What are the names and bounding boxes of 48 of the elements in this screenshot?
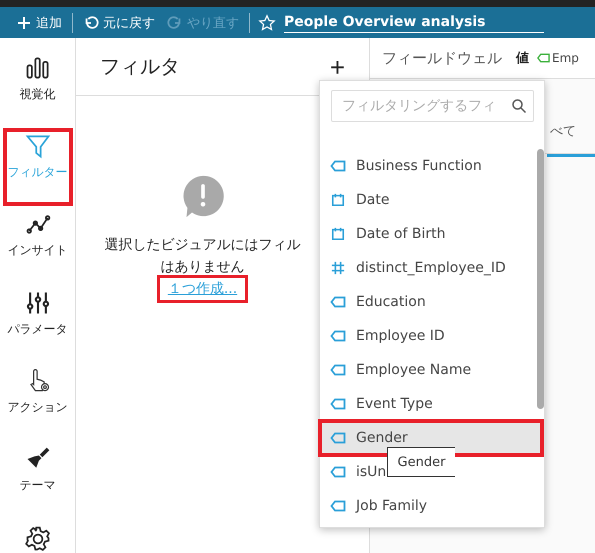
analysis-title-input[interactable]: People Overview analysis bbox=[284, 12, 544, 32]
alert-bubble-icon bbox=[180, 174, 224, 218]
tag-icon bbox=[330, 159, 346, 173]
tag-icon bbox=[330, 363, 346, 377]
calendar-icon bbox=[330, 193, 346, 207]
field-item[interactable]: Education bbox=[320, 285, 535, 319]
sidebar-item[interactable]: パラメータ bbox=[2, 284, 72, 363]
settings-icon[interactable] bbox=[24, 525, 52, 553]
panel-title: フィールドウェル bbox=[382, 48, 502, 68]
undo-icon bbox=[83, 14, 99, 30]
add-filter-button[interactable]: + bbox=[326, 54, 349, 80]
field-item[interactable]: Job Family bbox=[320, 489, 535, 523]
field-item[interactable]: Gender bbox=[320, 421, 542, 455]
sidebar-item[interactable]: 視覚化 bbox=[2, 50, 72, 128]
field-pill[interactable]: Emp bbox=[537, 51, 579, 65]
redo-icon bbox=[167, 14, 183, 30]
star-icon[interactable] bbox=[258, 14, 276, 32]
add-button[interactable]: 追加 bbox=[10, 14, 68, 32]
tooltip: Gender bbox=[387, 447, 455, 477]
tag-icon bbox=[537, 53, 550, 63]
field-item[interactable]: Employee Name bbox=[320, 353, 535, 387]
field-item[interactable]: Event Type bbox=[320, 387, 535, 421]
field-item[interactable]: Employee ID bbox=[320, 319, 535, 353]
calendar-icon bbox=[330, 227, 346, 241]
undo-button[interactable]: 元に戻す bbox=[77, 14, 161, 32]
tag-icon bbox=[330, 431, 346, 445]
search-icon bbox=[511, 98, 527, 114]
empty-message: はありません bbox=[160, 258, 244, 277]
tag-icon bbox=[330, 295, 346, 309]
tag-icon bbox=[330, 329, 346, 343]
hash-icon bbox=[330, 261, 346, 275]
tab[interactable]: べて bbox=[550, 122, 576, 140]
sidebar-item[interactable]: インサイト bbox=[2, 206, 72, 285]
field-item[interactable]: Business Function bbox=[320, 149, 535, 183]
sidebar-item[interactable]: テーマ bbox=[2, 440, 72, 520]
field-item[interactable]: Date of Birth bbox=[320, 217, 535, 251]
tag-icon bbox=[330, 465, 346, 479]
sidebar-item[interactable]: アクション bbox=[2, 362, 72, 441]
search-field[interactable]: フィルタリングするフィ bbox=[331, 90, 534, 122]
tag-icon bbox=[330, 499, 346, 513]
field-item[interactable]: distinct_Employee_ID bbox=[320, 251, 535, 285]
field-item[interactable]: Date bbox=[320, 183, 535, 217]
scrollbar[interactable] bbox=[537, 149, 544, 409]
tag-icon bbox=[330, 397, 346, 411]
empty-message: 選択したビジュアルにはフィル bbox=[104, 236, 300, 255]
plus-icon bbox=[16, 14, 32, 30]
well-label: 値 bbox=[516, 50, 529, 67]
panel-title: フィルタ bbox=[100, 53, 180, 80]
